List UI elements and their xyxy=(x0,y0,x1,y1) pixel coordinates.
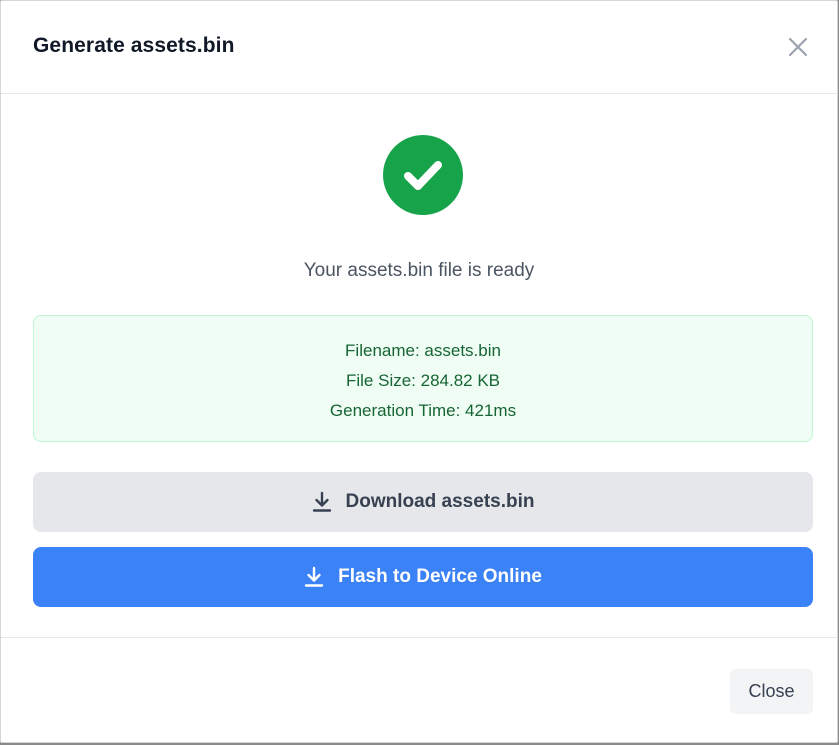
close-icon[interactable] xyxy=(784,33,812,61)
check-circle-icon xyxy=(383,135,463,215)
close-button[interactable]: Close xyxy=(730,669,813,714)
download-icon xyxy=(304,566,324,588)
generation-time-text: Generation Time: 421ms xyxy=(329,401,517,420)
download-button[interactable]: Download assets.bin xyxy=(33,472,813,532)
generate-dialog: Generate assets.bin Your assets.bin file… xyxy=(0,0,838,743)
download-icon xyxy=(312,491,332,513)
filename-text: Filename: assets.bin xyxy=(345,341,501,360)
dialog-title: Generate assets.bin xyxy=(33,34,235,57)
flash-button-label: Flash to Device Online xyxy=(338,566,542,587)
dialog-footer: Close xyxy=(1,637,837,744)
file-details-box: Filename: assets.bin File Size: 284.82 K… xyxy=(33,315,813,442)
download-button-label: Download assets.bin xyxy=(345,491,535,512)
flash-device-button[interactable]: Flash to Device Online xyxy=(33,547,813,607)
file-size-text: File Size: 284.82 KB xyxy=(345,371,501,390)
dialog-header: Generate assets.bin xyxy=(1,1,837,94)
status-message: Your assets.bin file is ready xyxy=(303,260,535,281)
